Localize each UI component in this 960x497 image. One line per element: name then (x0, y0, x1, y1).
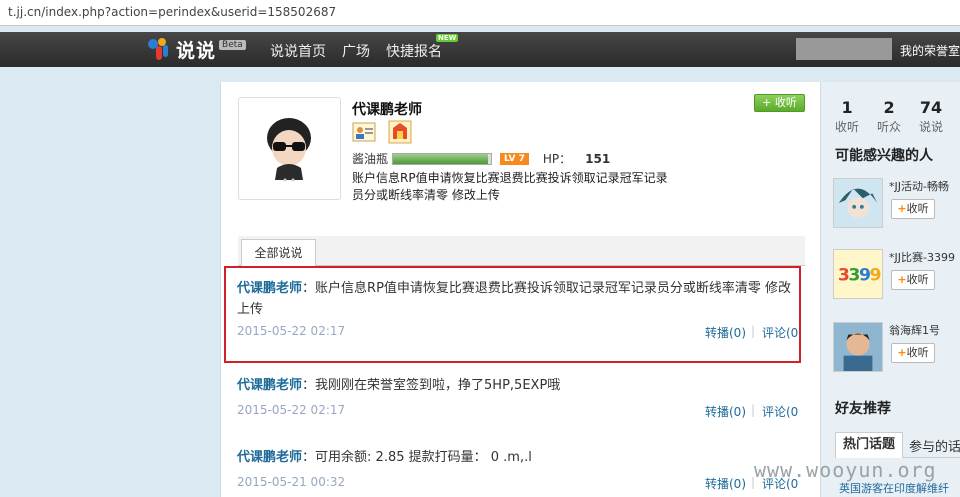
topic-tabs: 热门话题 参与的话 (835, 432, 960, 458)
jj-logo-icon (148, 38, 168, 60)
stat-followers[interactable]: 2 听众 (877, 98, 901, 135)
stat-number: 2 (883, 98, 895, 117)
top-navigation: 说说 Beta 说说首页 广场 快捷报名 NEW 我的荣誉室 (0, 32, 960, 67)
level-name: 酱油瓶 (352, 152, 389, 166)
post-item: 代课鹏老师：我刚刚在荣誉室签到啦，挣了5HP,5EXP哦 2015-05-22 … (237, 375, 802, 421)
post-author-link[interactable]: 代课鹏老师 (237, 378, 302, 393)
highlight-box (224, 266, 801, 363)
level-progress-bar (392, 152, 493, 165)
stat-label: 收听 (835, 120, 860, 134)
new-badge: NEW (436, 34, 459, 42)
post-text: 可用余额: 2.85 提款打码量： 0 .m,.l (315, 450, 532, 465)
follow-button[interactable]: + 收听 (754, 94, 805, 112)
address-bar[interactable]: t.jj.cn/index.php?action=perindex&userid… (0, 0, 960, 26)
stat-number: 74 (919, 98, 943, 117)
sidebar: 1 收听 2 听众 74 说说 可能感兴趣的人 *JJ活动-畅畅 +收听 3399 *… (820, 82, 960, 497)
stat-following[interactable]: 1 收听 (835, 98, 859, 135)
nav-square[interactable]: 广场 (342, 41, 370, 61)
svg-text:9: 9 (870, 266, 882, 286)
level-badge: LV 7 (500, 152, 529, 165)
honor-badge-icon[interactable] (388, 120, 412, 144)
url-text: t.jj.cn/index.php?action=perindex&userid… (8, 5, 337, 19)
user-card-icon[interactable] (352, 120, 376, 144)
stat-label: 说说 (919, 120, 944, 134)
nav-home[interactable]: 说说首页 (270, 41, 326, 61)
user-search-box[interactable] (796, 38, 892, 60)
stat-posts[interactable]: 74 说说 (919, 98, 943, 135)
nav-honor-room[interactable]: 我的荣誉室 (900, 42, 960, 59)
follow-user-button[interactable]: +收听 (891, 199, 935, 219)
post-text: 我刚刚在荣誉室签到啦，挣了5HP,5EXP哦 (315, 378, 561, 393)
post-item: 代课鹏老师：可用余额: 2.85 提款打码量： 0 .m,.l 2015-05-… (237, 447, 802, 493)
avatar-image (267, 118, 311, 182)
user-avatar[interactable]: 3399 (833, 249, 883, 299)
tabs-bar: 全部说说 (238, 236, 805, 267)
level-row: 酱油瓶 LV 7 HP： 151 (352, 150, 610, 167)
user-name[interactable]: *JJ活动-畅畅 (889, 178, 949, 194)
suggested-user: *JJ活动-畅畅 +收听 (833, 178, 960, 230)
interest-title: 可能感兴趣的人 (835, 148, 933, 164)
watermark: www.wooyun.org (754, 458, 937, 482)
tab-all-posts[interactable]: 全部说说 (241, 239, 316, 267)
post-separator: ： (302, 378, 316, 393)
suggested-user: 3399 *JJ比赛-3399 +收听 (833, 249, 960, 301)
hp-label: HP： (542, 152, 572, 166)
level-progress-fill (393, 153, 489, 164)
nav-quick-signup[interactable]: 快捷报名 (386, 41, 442, 61)
follow-user-label: 收听 (906, 202, 929, 215)
post-separator: ： (302, 450, 316, 465)
profile-name: 代课鹏老师 (352, 102, 422, 118)
repost-link[interactable]: 转播(0) (705, 403, 746, 420)
user-name[interactable]: *JJ比赛-3399 (889, 249, 955, 265)
stat-number: 1 (841, 98, 853, 117)
stat-label: 听众 (877, 120, 902, 134)
follow-user-button[interactable]: +收听 (891, 270, 935, 290)
tab-hot-topics[interactable]: 热门话题 (835, 432, 903, 458)
friend-recommend-title: 好友推荐 (835, 401, 891, 417)
post-author-link[interactable]: 代课鹏老师 (237, 450, 302, 465)
follow-user-label: 收听 (906, 273, 929, 286)
action-divider: | (751, 403, 756, 417)
tab-joined-topics[interactable]: 参与的话 (909, 436, 960, 455)
comment-link[interactable]: 评论(0 (762, 403, 798, 420)
profile-description: 账户信息RP值申请恢复比赛退费比赛投诉领取记录冠军记录员分或断线率清零 修改上传 (352, 171, 668, 202)
hp-value: 151 (585, 151, 611, 166)
post-date[interactable]: 2015-05-21 00:32 (237, 475, 345, 489)
suggested-user: 翁海辉1号 +收听 (833, 322, 960, 374)
user-avatar[interactable] (833, 322, 883, 372)
user-name[interactable]: 翁海辉1号 (889, 322, 940, 338)
repost-link[interactable]: 转播(0) (705, 475, 746, 492)
stats-row: 1 收听 2 听众 74 说说 (835, 98, 943, 135)
follow-user-button[interactable]: +收听 (891, 343, 935, 363)
user-avatar[interactable] (833, 178, 883, 228)
hot-topic-link[interactable]: 英国游客在印度解维纤 (839, 480, 949, 496)
site-logo[interactable]: 说说 Beta (146, 36, 246, 62)
logo-text: 说说 (176, 39, 217, 62)
follow-user-label: 收听 (906, 346, 929, 359)
beta-badge: Beta (219, 40, 246, 50)
post-date[interactable]: 2015-05-22 02:17 (237, 403, 345, 417)
profile-avatar[interactable] (238, 97, 341, 200)
